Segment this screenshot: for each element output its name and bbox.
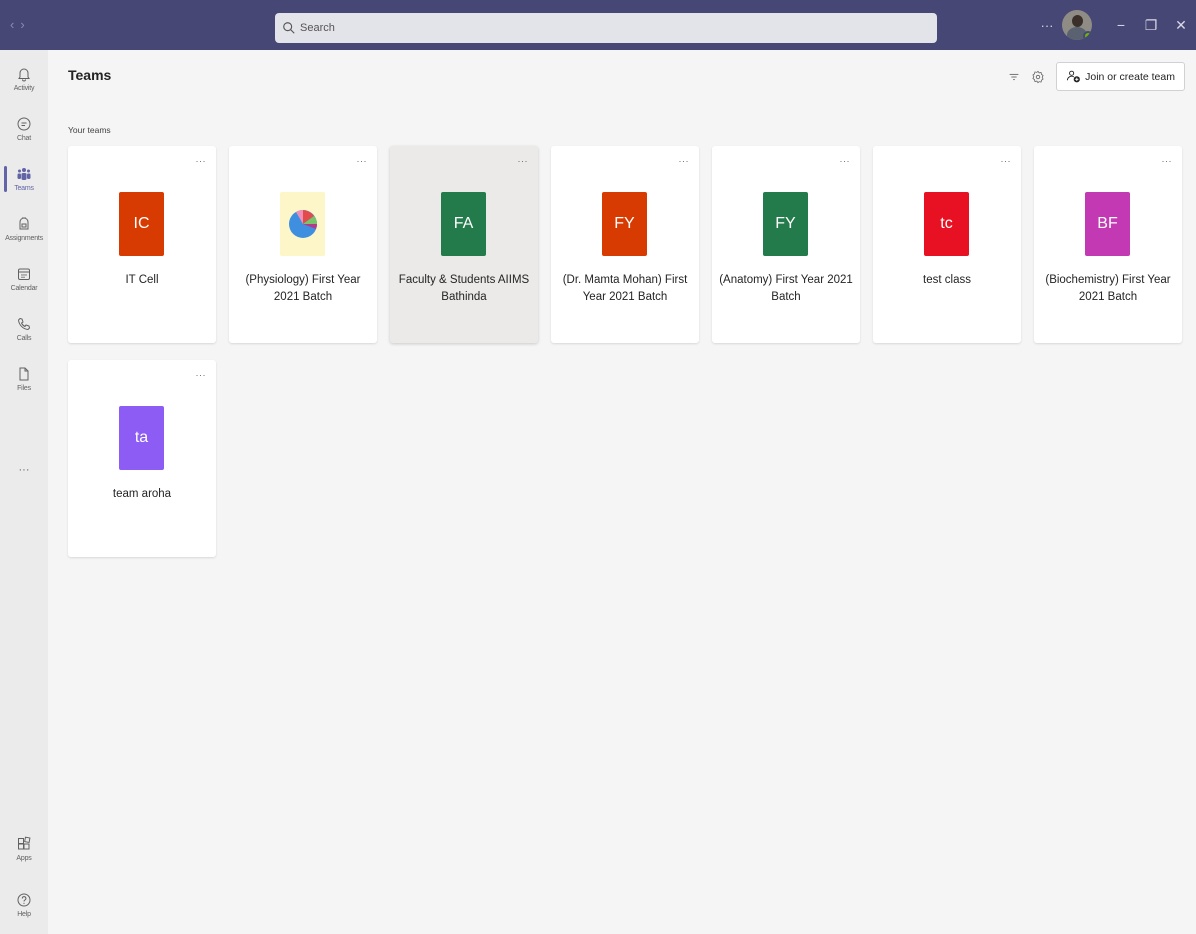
- team-avatar: [280, 192, 325, 256]
- forward-arrow-icon[interactable]: ›: [20, 17, 30, 32]
- bell-icon: [18, 68, 30, 82]
- team-avatar: FY: [763, 192, 808, 256]
- more-options-icon[interactable]: ···: [1032, 18, 1062, 33]
- team-name: (Anatomy) First Year 2021 Batch: [719, 274, 853, 303]
- section-heading: Your teams: [68, 125, 111, 135]
- team-name: IT Cell: [125, 274, 159, 286]
- rail-label: Apps: [16, 855, 32, 862]
- chat-icon: [17, 117, 31, 131]
- active-indicator: [4, 166, 7, 192]
- rail-label: Calendar: [10, 285, 38, 292]
- title-bar: ‹› Search ··· − ❐ ✕: [0, 0, 1196, 50]
- team-name: team aroha: [112, 488, 172, 500]
- rail-item-calendar[interactable]: Calendar: [0, 254, 48, 304]
- nav-arrows[interactable]: ‹›: [10, 17, 31, 32]
- rail-label: Activity: [13, 85, 35, 92]
- team-name: (Dr. Mamta Mohan) First Year 2021 Batch: [562, 274, 688, 303]
- team-avatar: tc: [924, 192, 969, 256]
- join-or-create-team-button[interactable]: Join or create team: [1056, 62, 1185, 91]
- team-card[interactable]: ··· FY (Anatomy) First Year 2021 Batch: [712, 146, 860, 343]
- rail-label: Calls: [16, 335, 32, 342]
- rail-label: Files: [17, 385, 31, 392]
- rail-item-calls[interactable]: Calls: [0, 304, 48, 354]
- more-options-icon[interactable]: ···: [679, 156, 690, 166]
- apps-icon: [18, 836, 31, 850]
- file-icon: [19, 367, 29, 381]
- help-icon: [17, 893, 31, 907]
- people-add-icon: [1067, 70, 1080, 83]
- page-title: Teams: [68, 67, 112, 83]
- gear-icon[interactable]: [1031, 70, 1045, 84]
- rail-item-apps[interactable]: Apps: [0, 824, 48, 874]
- app-rail: Activity Chat Teams Assignments Calendar…: [0, 50, 48, 934]
- restore-button[interactable]: ❐: [1136, 17, 1166, 34]
- rail-label: Chat: [17, 135, 31, 142]
- presence-status-icon: [1083, 31, 1092, 40]
- team-card[interactable]: ··· BF (Biochemistry) First Year 2021 Ba…: [1034, 146, 1182, 343]
- rail-more-icon[interactable]: ···: [0, 464, 48, 476]
- close-button[interactable]: ✕: [1166, 17, 1196, 34]
- more-options-icon[interactable]: ···: [196, 156, 207, 166]
- rail-label: Assignments: [5, 235, 43, 242]
- join-button-label: Join or create team: [1085, 70, 1175, 83]
- team-name: (Physiology) First Year 2021 Batch: [245, 274, 361, 303]
- more-options-icon[interactable]: ···: [1001, 156, 1012, 166]
- pie-chart-logo-icon: [288, 210, 317, 238]
- avatar[interactable]: [1062, 10, 1092, 40]
- team-avatar: FY: [602, 192, 647, 256]
- rail-label: Help: [17, 911, 31, 918]
- team-card[interactable]: ··· ta team aroha: [68, 360, 216, 557]
- minimize-button[interactable]: −: [1106, 17, 1136, 33]
- assignments-icon: [19, 217, 29, 230]
- team-avatar: FA: [441, 192, 486, 256]
- rail-item-activity[interactable]: Activity: [0, 54, 48, 104]
- team-card[interactable]: ··· IC IT Cell: [68, 146, 216, 343]
- team-card[interactable]: ··· (Physiology) First Year 2021 Batch: [229, 146, 377, 343]
- filter-icon[interactable]: [1007, 70, 1021, 84]
- rail-label: Teams: [14, 185, 34, 192]
- rail-item-chat[interactable]: Chat: [0, 104, 48, 154]
- team-card[interactable]: ··· FA Faculty & Students AIIMS Bathinda: [390, 146, 538, 343]
- calendar-icon: [18, 268, 30, 280]
- more-options-icon[interactable]: ···: [357, 156, 368, 166]
- team-avatar: ta: [119, 406, 164, 470]
- more-options-icon[interactable]: ···: [1162, 156, 1173, 166]
- team-card[interactable]: ··· FY (Dr. Mamta Mohan) First Year 2021…: [551, 146, 699, 343]
- team-card[interactable]: ··· tc test class: [873, 146, 1021, 343]
- search-input[interactable]: Search: [275, 13, 937, 43]
- rail-item-files[interactable]: Files: [0, 354, 48, 404]
- search-icon: [283, 22, 295, 34]
- team-avatar: IC: [119, 192, 164, 256]
- team-avatar: BF: [1085, 192, 1130, 256]
- team-name: (Biochemistry) First Year 2021 Batch: [1045, 274, 1171, 303]
- rail-item-teams[interactable]: Teams: [0, 154, 48, 204]
- teams-icon: [17, 168, 31, 180]
- team-name: Faculty & Students AIIMS Bathinda: [398, 274, 530, 303]
- team-name: test class: [923, 274, 971, 286]
- rail-item-help[interactable]: Help: [0, 880, 48, 930]
- rail-item-assignments[interactable]: Assignments: [0, 204, 48, 254]
- search-placeholder: Search: [300, 22, 335, 34]
- more-options-icon[interactable]: ···: [840, 156, 851, 166]
- more-options-icon[interactable]: ···: [518, 156, 529, 166]
- back-arrow-icon[interactable]: ‹: [10, 17, 20, 32]
- more-options-icon[interactable]: ···: [196, 370, 207, 380]
- phone-icon: [17, 317, 31, 331]
